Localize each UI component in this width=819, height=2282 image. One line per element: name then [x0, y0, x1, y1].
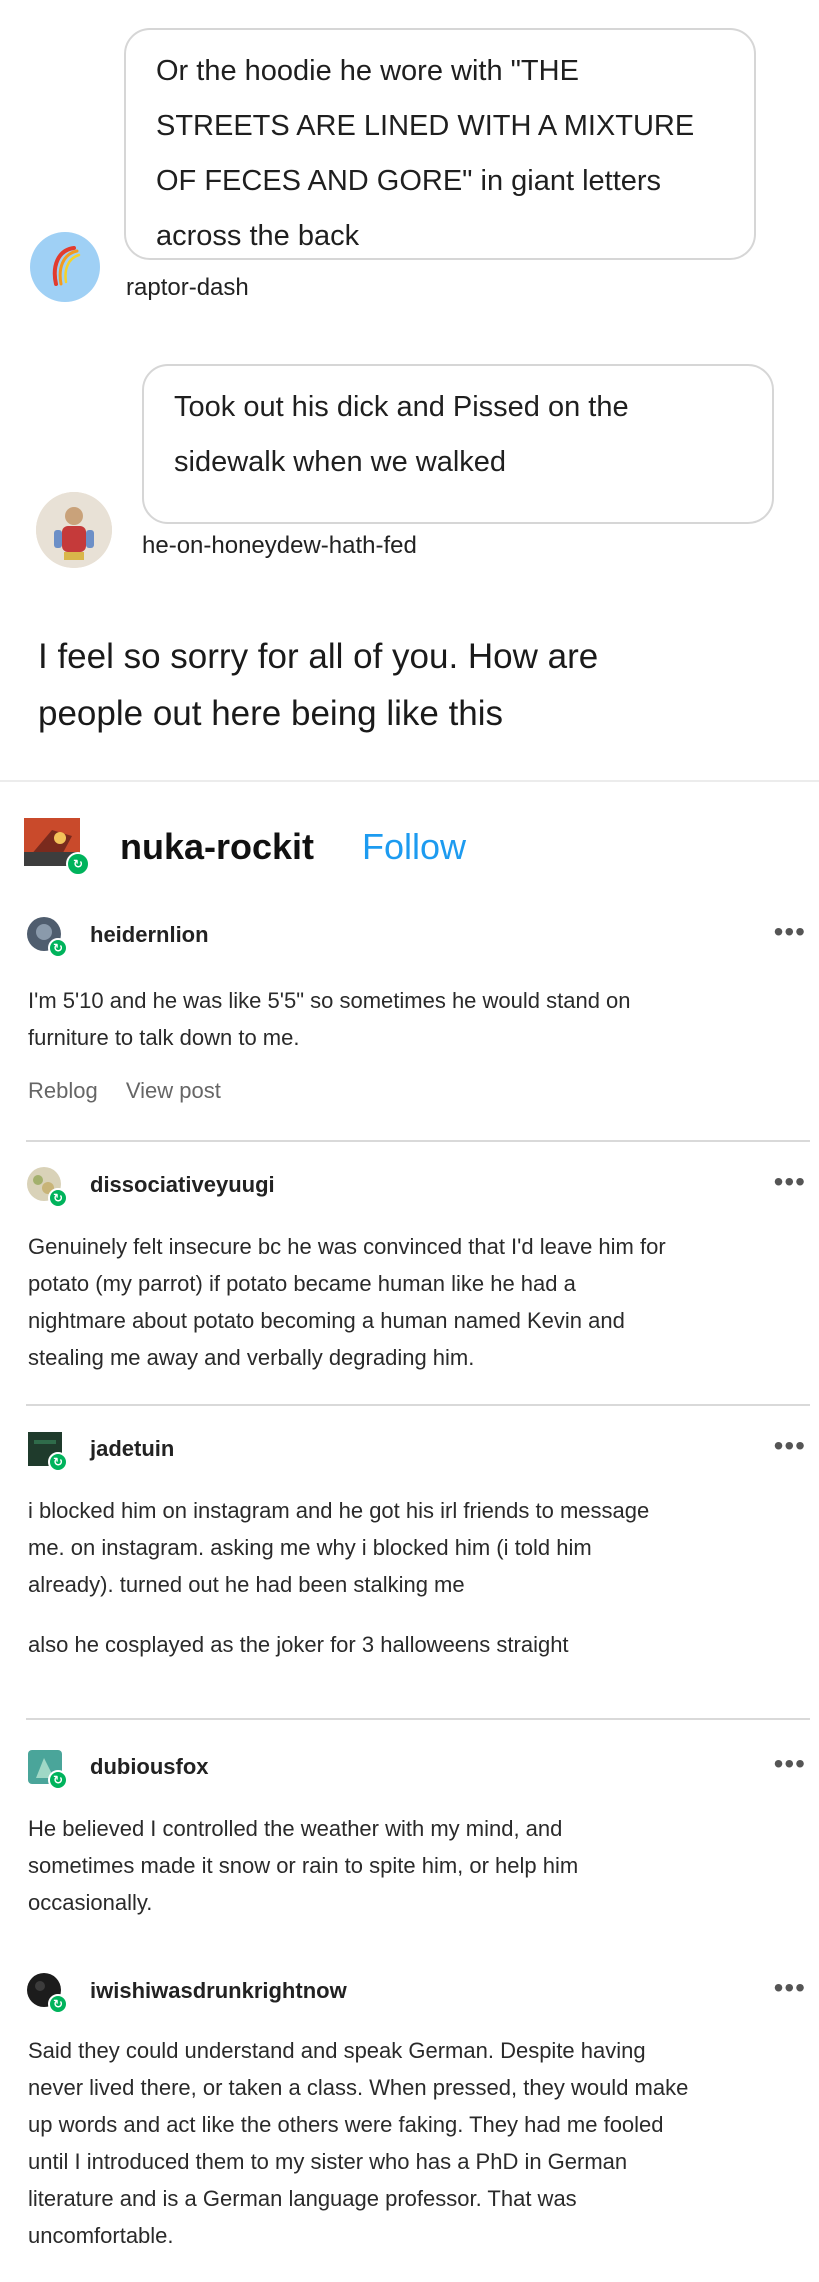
note-text-line: nightmare about potato becoming a human … — [28, 1308, 625, 1333]
view-post-link[interactable]: View post — [126, 1078, 221, 1103]
user-avatar[interactable] — [30, 232, 100, 302]
reblog-badge-icon: ↻ — [48, 1994, 68, 2014]
reblog-badge-icon: ↻ — [48, 1188, 68, 1208]
note-text-line: stealing me away and verbally degrading … — [28, 1345, 475, 1370]
note-text-line: occasionally. — [28, 1890, 153, 1915]
note-text-line: literature and is a German language prof… — [28, 2186, 577, 2211]
caption-line: people out here being like this — [38, 694, 504, 733]
note-text-line: furniture to talk down to me. — [28, 1025, 300, 1050]
note-entry: ↻ dubiousfox ••• He believed I controlle… — [26, 1748, 806, 1938]
user-avatar[interactable] — [36, 492, 112, 568]
note-entry: ↻ heidernlion ••• I'm 5'10 and he was li… — [26, 916, 806, 1116]
note-text-line: also he cosplayed as the joker for 3 hal… — [28, 1632, 569, 1657]
reblog-badge-icon: ↻ — [48, 1452, 68, 1472]
note-text-line: me. on instagram. asking me why i blocke… — [28, 1535, 592, 1560]
reblog-badge-icon: ↻ — [48, 938, 68, 958]
more-options-icon[interactable]: ••• — [774, 1166, 806, 1198]
rainbow-icon — [52, 246, 81, 286]
note-avatar[interactable]: ↻ — [26, 1972, 68, 2014]
reblog-badge-icon: ↻ — [48, 1770, 68, 1790]
note-entry: ↻ jadetuin ••• i blocked him on instagra… — [26, 1430, 806, 1690]
bubble-text-line: across the back — [156, 220, 360, 252]
note-text-line: Genuinely felt insecure bc he was convin… — [28, 1234, 666, 1259]
note-text-line: potato (my parrot) if potato became huma… — [28, 1271, 576, 1296]
note-text-line: i blocked him on instagram and he got hi… — [28, 1498, 650, 1523]
note-text-line: never lived there, or taken a class. Whe… — [28, 2075, 689, 2100]
post-caption: I feel so sorry for all of you. How are … — [38, 628, 598, 742]
bubble-text-line: STREETS ARE LINED WITH A MIXTURE — [156, 110, 695, 142]
reply-username[interactable]: raptor-dash — [126, 274, 249, 302]
note-text-line: I'm 5'10 and he was like 5'5" so sometim… — [28, 988, 631, 1013]
reply-bubble: Took out his dick and Pissed on the side… — [142, 364, 774, 524]
reblog-link[interactable]: Reblog — [28, 1078, 98, 1103]
caption-line: I feel so sorry for all of you. How are — [38, 637, 599, 676]
note-text-line: He believed I controlled the weather wit… — [28, 1816, 563, 1841]
section-divider — [0, 780, 819, 782]
reblog-badge-icon: ↻ — [66, 852, 90, 876]
more-options-icon[interactable]: ••• — [774, 1748, 806, 1780]
note-text: Genuinely felt insecure bc he was convin… — [28, 1228, 666, 1376]
note-divider — [26, 1140, 810, 1142]
note-username[interactable]: dissociativeyuugi — [90, 1172, 275, 1198]
note-divider — [26, 1718, 810, 1720]
note-text-line: already). turned out he had been stalkin… — [28, 1572, 465, 1597]
note-text-line: up words and act like the others were fa… — [28, 2112, 664, 2137]
figure-avatar-icon — [36, 492, 112, 568]
note-username[interactable]: iwishiwasdrunkrightnow — [90, 1978, 347, 2004]
note-actions: Reblog View post — [28, 1078, 243, 1104]
post-author-avatar[interactable]: ↻ — [22, 816, 102, 878]
bubble-text-line: sidewalk when we walked — [174, 446, 507, 478]
bubble-text-line: Or the hoodie he wore with "THE — [156, 55, 579, 87]
note-text-line: Said they could understand and speak Ger… — [28, 2038, 646, 2063]
more-options-icon[interactable]: ••• — [774, 916, 806, 948]
note-entry: ↻ iwishiwasdrunkrightnow ••• Said they c… — [26, 1972, 806, 2272]
more-options-icon[interactable]: ••• — [774, 1972, 806, 2004]
rocket-avatar-icon — [24, 818, 80, 866]
follow-button[interactable]: Follow — [362, 826, 466, 868]
note-text-line: uncomfortable. — [28, 2223, 174, 2248]
note-username[interactable]: heidernlion — [90, 922, 209, 948]
note-text: I'm 5'10 and he was like 5'5" so sometim… — [28, 982, 631, 1056]
reply-bubble: Or the hoodie he wore with "THE STREETS … — [124, 28, 756, 260]
note-username[interactable]: dubiousfox — [90, 1754, 209, 1780]
note-avatar[interactable]: ↻ — [26, 916, 68, 958]
note-text-line: until I introduced them to my sister who… — [28, 2149, 628, 2174]
note-text: Said they could understand and speak Ger… — [28, 2032, 688, 2254]
note-avatar[interactable]: ↻ — [26, 1430, 68, 1472]
bubble-text-line: Took out his dick and Pissed on the — [174, 391, 629, 423]
reply-username[interactable]: he-on-honeydew-hath-fed — [142, 532, 417, 560]
post-header: ↻ nuka-rockit Follow — [22, 816, 802, 892]
note-text-extra: also he cosplayed as the joker for 3 hal… — [28, 1626, 569, 1663]
note-text-line: sometimes made it snow or rain to spite … — [28, 1853, 579, 1878]
note-text: i blocked him on instagram and he got hi… — [28, 1492, 649, 1603]
more-options-icon[interactable]: ••• — [774, 1430, 806, 1462]
bubble-text-line: OF FECES AND GORE" in giant letters — [156, 165, 662, 197]
post-author-name[interactable]: nuka-rockit — [120, 826, 314, 868]
note-text: He believed I controlled the weather wit… — [28, 1810, 578, 1921]
note-entry: ↻ dissociativeyuugi ••• Genuinely felt i… — [26, 1166, 806, 1386]
note-username[interactable]: jadetuin — [90, 1436, 174, 1462]
note-avatar[interactable]: ↻ — [26, 1166, 68, 1208]
note-divider — [26, 1404, 810, 1406]
note-avatar[interactable]: ↻ — [26, 1748, 68, 1790]
